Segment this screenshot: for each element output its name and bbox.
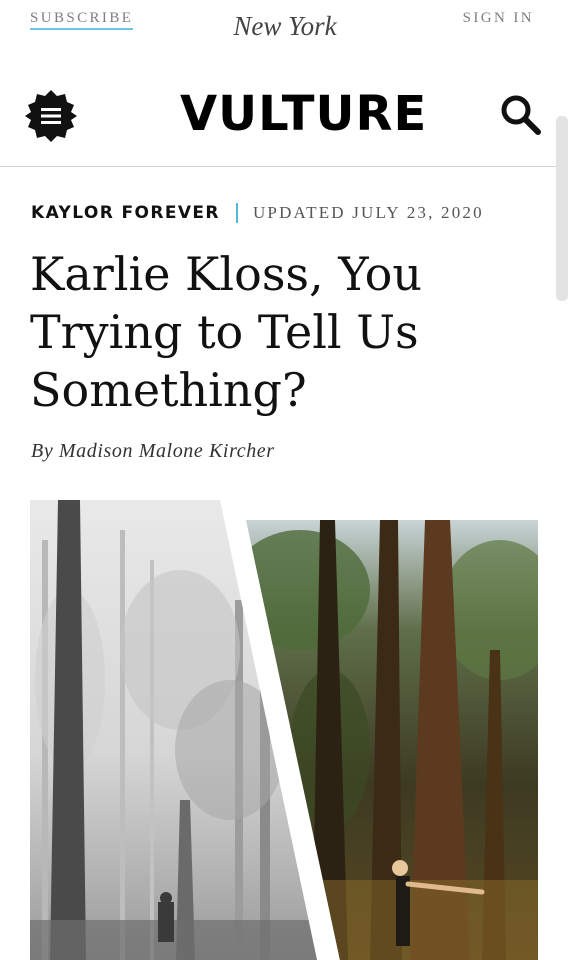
scrollbar[interactable] [556,116,568,301]
updated-date: UPDATED JULY 23, 2020 [252,203,484,222]
article-headline: Karlie Kloss, You Trying to Tell Us Some… [30,247,422,417]
search-button[interactable] [498,92,544,138]
top-bar: SUBSCRIBE New York SIGN IN [0,0,568,52]
menu-icon [25,90,77,142]
site-header: VULTURE [0,68,568,167]
new-york-logo[interactable]: New York [205,8,365,46]
article-rubric: KAYLOR FOREVER UPDATED JULY 23, 2020 [31,203,551,229]
search-icon [501,95,541,135]
sign-in-link[interactable]: SIGN IN [463,10,534,27]
rubric-divider [235,203,238,223]
subscribe-link[interactable]: SUBSCRIBE [30,10,134,30]
svg-text:New York: New York [232,11,337,41]
article-byline[interactable]: By Madison Malone Kircher [31,440,275,463]
menu-button[interactable] [24,89,78,143]
vulture-logo[interactable]: VULTURE [180,80,427,148]
rubric-tag[interactable]: KAYLOR FOREVER [31,203,220,223]
hero-image [30,500,538,960]
